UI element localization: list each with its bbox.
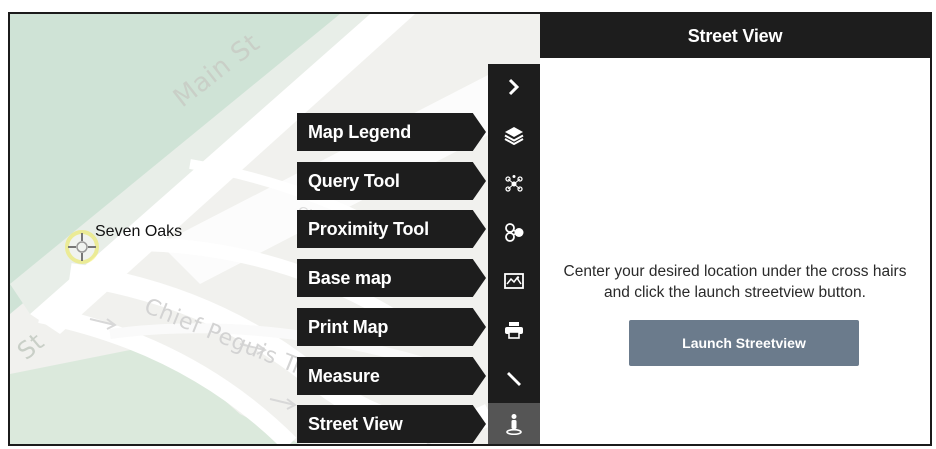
proximity-icon	[505, 223, 524, 242]
toolbar-print-button[interactable]	[488, 307, 540, 353]
panel-title: Street View	[540, 14, 930, 58]
tool-map-legend[interactable]: Map Legend	[297, 113, 486, 151]
toolbar-proximity-button[interactable]	[488, 209, 540, 255]
tool-street-view[interactable]: Street View	[297, 405, 486, 443]
collapse-button[interactable]	[488, 64, 540, 110]
toolbar-street-view-button[interactable]	[488, 403, 540, 444]
toolbar-query-button[interactable]	[488, 161, 540, 207]
pegman-icon	[506, 413, 522, 435]
toolbar-base-map-button[interactable]	[488, 258, 540, 304]
tool-base-map[interactable]: Base map	[297, 259, 486, 297]
molecule-icon	[505, 175, 523, 192]
tool-print-map[interactable]: Print Map	[297, 308, 486, 346]
app-frame: Main St St Chief Peguis Trail Chi Seven …	[8, 12, 932, 446]
panel-instructions: Center your desired location under the c…	[540, 261, 930, 303]
poi-label-seven-oaks: Seven Oaks	[95, 223, 183, 240]
vertical-toolbar	[488, 64, 540, 444]
tool-proximity[interactable]: Proximity Tool	[297, 210, 486, 248]
crosshair-icon[interactable]	[62, 227, 102, 267]
layers-icon	[504, 127, 524, 145]
basemap-icon	[504, 273, 524, 289]
printer-icon	[505, 322, 523, 339]
chevron-right-icon	[508, 78, 520, 96]
tool-measure[interactable]: Measure	[297, 357, 486, 395]
instruction-line-2: and click the launch streetview button.	[604, 284, 866, 301]
launch-streetview-button[interactable]: Launch Streetview	[629, 320, 859, 366]
ruler-icon	[507, 372, 521, 386]
toolbar-map-legend-button[interactable]	[488, 112, 540, 158]
instruction-line-1: Center your desired location under the c…	[563, 263, 907, 280]
tool-query[interactable]: Query Tool	[297, 162, 486, 200]
toolbar-measure-button[interactable]	[488, 356, 540, 402]
street-view-panel: Street View Center your desired location…	[540, 14, 930, 444]
